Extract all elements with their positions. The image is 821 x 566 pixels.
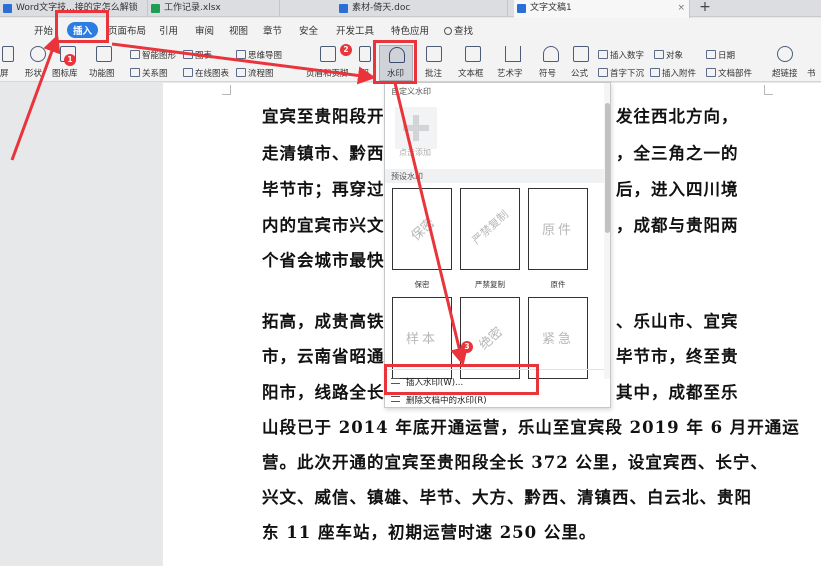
- step-badge-3: 3: [461, 341, 473, 353]
- arrow-to-insert-tab: [10, 34, 61, 161]
- annotation-arrows: [10, 34, 468, 366]
- step-badge-1: 1: [64, 54, 76, 66]
- arrow-to-insert-item: [393, 82, 468, 366]
- arrow-to-watermark: [111, 42, 376, 85]
- step-badge-2: 2: [340, 44, 352, 56]
- wps-writer-window: Word文字技...接的定怎么解锁 工作记录.xlsx 素材-倚天.doc 文字…: [0, 0, 821, 566]
